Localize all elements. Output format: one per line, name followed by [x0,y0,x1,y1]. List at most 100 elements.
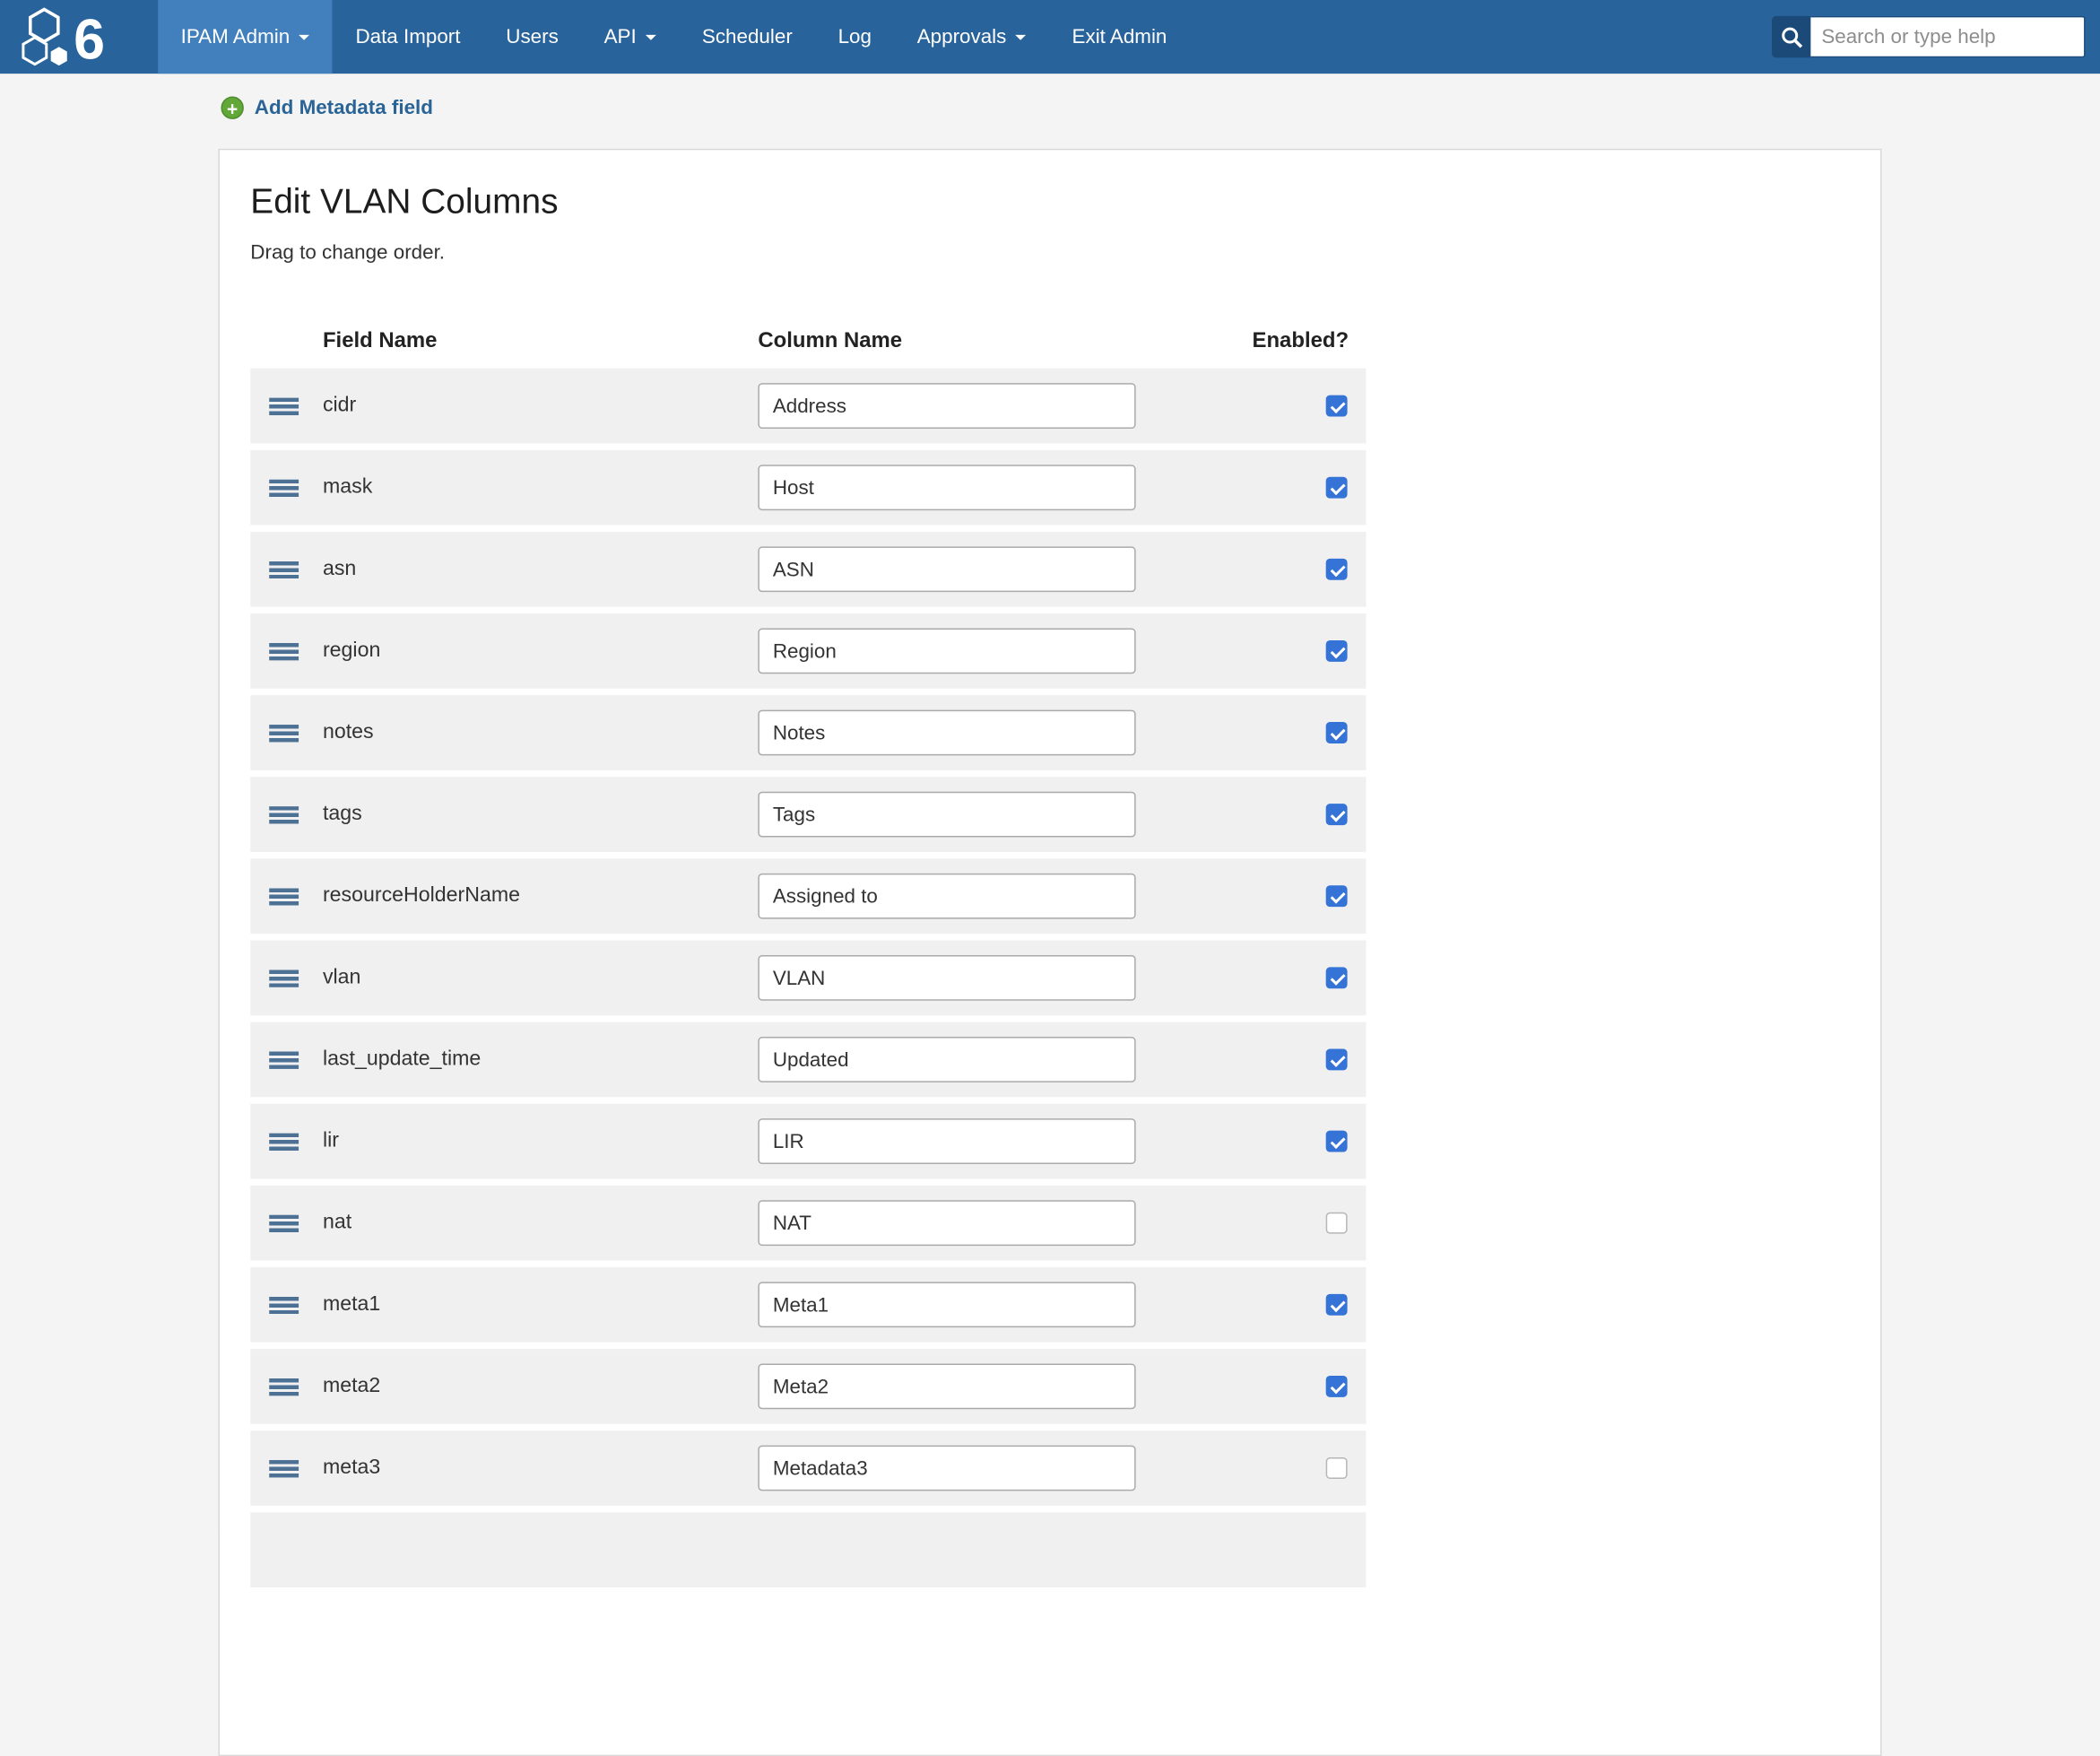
row-enabled-checkbox[interactable] [1326,477,1348,499]
row-field-name: asn [323,557,758,581]
app-logo[interactable]: 6 [0,0,158,74]
column-name-input[interactable] [758,629,1135,674]
row-enabled-checkbox[interactable] [1326,1457,1348,1479]
table-row: mask [250,450,1366,526]
add-metadata-link[interactable]: Add Metadata field [255,97,433,119]
row-field-name: meta1 [323,1292,758,1317]
row-field-name: notes [323,721,758,745]
chevron-down-icon [299,34,310,39]
row-enabled-checkbox[interactable] [1326,804,1348,825]
header-field-name: Field Name [323,329,758,353]
drag-handle-icon[interactable] [269,805,299,822]
table-rows: cidr mask asn [250,369,1880,1506]
table-row: nat [250,1186,1366,1261]
column-name-input[interactable] [758,1118,1135,1164]
table-row: resourceHolderName [250,858,1366,934]
nav-item-users[interactable]: Users [483,0,581,74]
search-input[interactable] [1810,16,2085,57]
table-row: lir [250,1104,1366,1179]
column-name-input[interactable] [758,1282,1135,1327]
column-name-input[interactable] [758,955,1135,1001]
drag-handle-icon[interactable] [269,397,299,414]
column-name-input[interactable] [758,546,1135,592]
drag-handle-icon[interactable] [269,1378,299,1395]
table-row: cidr [250,369,1366,444]
column-name-input[interactable] [758,1200,1135,1246]
row-enabled-checkbox[interactable] [1326,885,1348,907]
header-column-name: Column Name [758,329,1135,353]
column-name-input[interactable] [758,1037,1135,1082]
row-field-name: tags [323,803,758,827]
row-enabled-checkbox[interactable] [1326,1213,1348,1234]
table-row: vlan [250,941,1366,1016]
table-row-partial [250,1512,1366,1587]
nav-item-label: Log [838,25,872,48]
search-area [1772,0,2100,74]
add-plus-icon: + [221,97,243,119]
column-name-input[interactable] [758,383,1135,429]
search-icon[interactable] [1772,16,1810,57]
header-enabled: Enabled? [1136,329,1367,353]
row-field-name: region [323,639,758,663]
drag-handle-icon[interactable] [269,1214,299,1231]
column-name-input[interactable] [758,1446,1135,1491]
hexagon-logo-icon: 6 [17,4,140,69]
nav-item-label: IPAM Admin [181,25,291,48]
column-name-input[interactable] [758,465,1135,510]
page: 6 IPAM Admin Data Import Users API Sched… [0,0,2100,1534]
row-enabled-checkbox[interactable] [1326,1131,1348,1152]
row-enabled-checkbox[interactable] [1326,640,1348,662]
column-name-input[interactable] [758,1364,1135,1410]
table-header: Field Name Column Name Enabled? [250,329,1366,353]
drag-handle-icon[interactable] [269,642,299,659]
nav-item-label: API [604,25,637,48]
nav-items: IPAM Admin Data Import Users API Schedul… [158,0,1190,74]
row-enabled-checkbox[interactable] [1326,396,1348,417]
nav-item-label: Users [506,25,559,48]
chevron-down-icon [1016,34,1027,39]
nav-item-exit-admin[interactable]: Exit Admin [1049,0,1190,74]
row-enabled-checkbox[interactable] [1326,1294,1348,1316]
table-row: meta2 [250,1349,1366,1424]
edit-vlan-columns-panel: Edit VLAN Columns Drag to change order. … [218,149,1881,1756]
row-field-name: cidr [323,394,758,418]
row-enabled-checkbox[interactable] [1326,722,1348,743]
drag-handle-icon[interactable] [269,1051,299,1068]
row-enabled-checkbox[interactable] [1326,1049,1348,1071]
nav-item-label: Data Import [355,25,460,48]
nav-item-log[interactable]: Log [815,0,894,74]
nav-item-label: Approvals [917,25,1007,48]
row-enabled-checkbox[interactable] [1326,1376,1348,1397]
row-field-name: vlan [323,966,758,990]
drag-handle-icon[interactable] [269,1459,299,1476]
table-row: last_update_time [250,1022,1366,1098]
nav-item-label: Scheduler [702,25,793,48]
drag-handle-icon[interactable] [269,1296,299,1313]
drag-handle-icon[interactable] [269,479,299,496]
column-name-input[interactable] [758,792,1135,838]
nav-item-approvals[interactable]: Approvals [894,0,1049,74]
row-enabled-checkbox[interactable] [1326,559,1348,580]
nav-item-data-import[interactable]: Data Import [333,0,483,74]
table-row: meta3 [250,1430,1366,1506]
navbar: 6 IPAM Admin Data Import Users API Sched… [0,0,2100,74]
drag-handle-icon[interactable] [269,724,299,741]
table-row: tags [250,777,1366,852]
column-name-input[interactable] [758,710,1135,756]
row-field-name: mask [323,475,758,500]
table-row: asn [250,532,1366,607]
nav-item-ipam-admin[interactable]: IPAM Admin [158,0,333,74]
column-name-input[interactable] [758,874,1135,919]
drag-handle-icon[interactable] [269,1133,299,1150]
row-field-name: resourceHolderName [323,884,758,908]
drag-handle-icon[interactable] [269,888,299,905]
drag-handle-icon[interactable] [269,561,299,578]
row-field-name: meta3 [323,1456,758,1481]
table-row: meta1 [250,1267,1366,1343]
nav-item-scheduler[interactable]: Scheduler [679,0,815,74]
table-row: region [250,613,1366,689]
svg-text:6: 6 [74,8,105,69]
drag-handle-icon[interactable] [269,969,299,987]
nav-item-api[interactable]: API [581,0,679,74]
row-enabled-checkbox[interactable] [1326,967,1348,988]
